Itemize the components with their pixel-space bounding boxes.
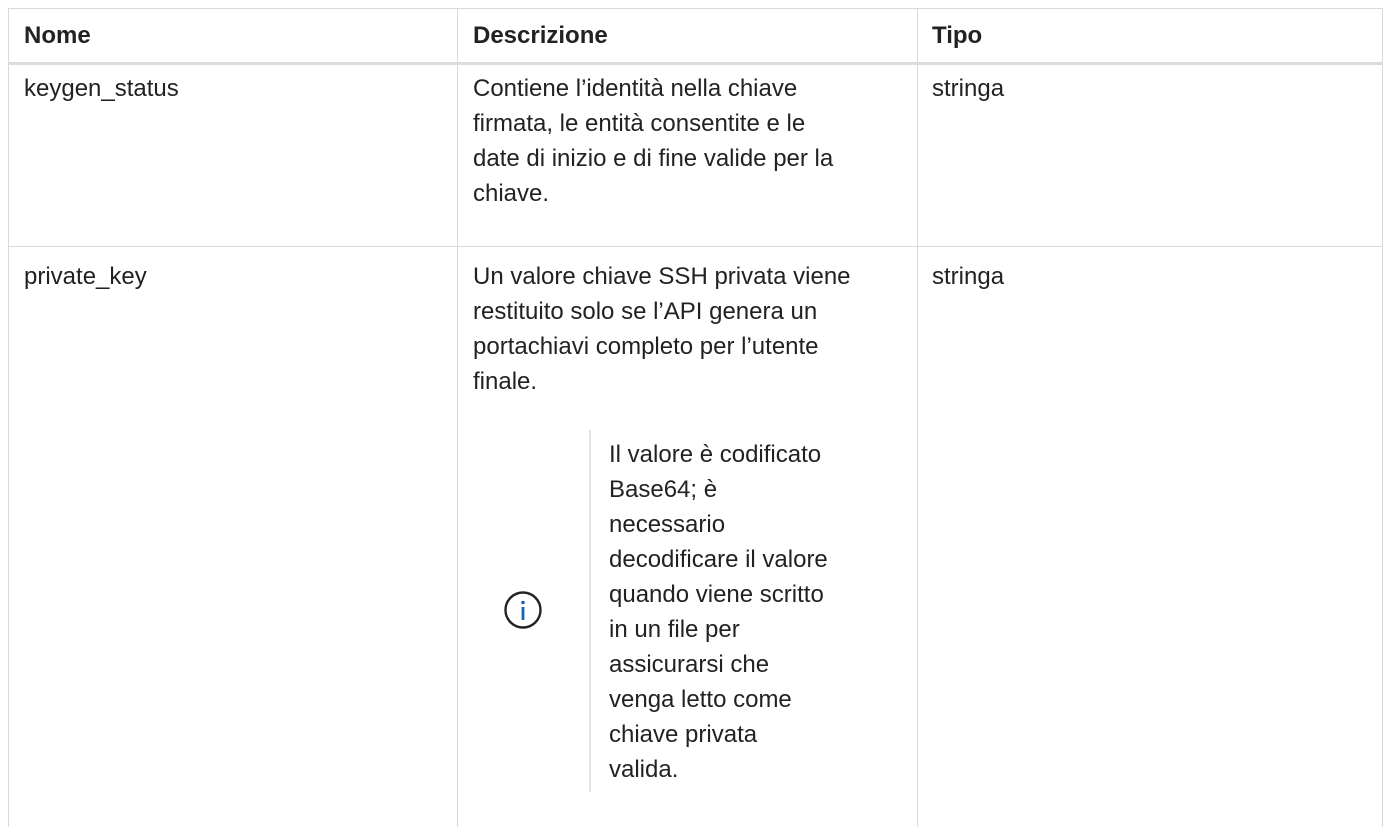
row-name: private_key (24, 263, 147, 290)
table-top-border (8, 8, 1383, 9)
column-divider-1 (457, 8, 458, 827)
note-line: Il valore è codificato (609, 441, 822, 468)
description-line: portachiavi completo per l’utente (473, 333, 819, 360)
note-line: decodificare il valore (609, 546, 828, 573)
description-line: firmata, le entità consentite e le (473, 110, 806, 137)
description-line: date di inizio e di fine valide per la (473, 145, 834, 172)
note-line: valida. (609, 756, 679, 783)
note-line: quando viene scritto (609, 581, 824, 608)
row-type: stringa (932, 263, 1005, 290)
header-type: Tipo (932, 22, 983, 49)
column-divider-2 (917, 8, 918, 827)
note-line: venga letto come (609, 686, 792, 713)
header-bottom-border (8, 62, 1383, 65)
header-name: Nome (24, 22, 91, 49)
note-divider (589, 430, 591, 792)
description-line: restituito solo se l’API genera un (473, 298, 818, 325)
description-line: chiave. (473, 180, 550, 207)
table-left-border (8, 8, 9, 827)
row-description: Contiene l’identità nella chiave firmata… (473, 71, 913, 211)
row-type: stringa (932, 75, 1005, 102)
note-line: in un file per (609, 616, 740, 643)
info-icon (504, 591, 542, 629)
description-line: Contiene l’identità nella chiave (473, 75, 798, 102)
header-description: Descrizione (473, 22, 608, 49)
note-line: chiave privata (609, 721, 758, 748)
row-divider (8, 246, 1383, 247)
row-name: keygen_status (24, 75, 179, 102)
description-line: Un valore chiave SSH privata viene (473, 263, 851, 290)
description-line: finale. (473, 368, 538, 395)
row-description: Un valore chiave SSH privata viene resti… (473, 259, 918, 399)
note-text: Il valore è codificato Base64; è necessa… (609, 437, 909, 787)
note-line: Base64; è (609, 476, 718, 503)
note-line: assicurarsi che (609, 651, 770, 678)
note-line: necessario (609, 511, 726, 538)
